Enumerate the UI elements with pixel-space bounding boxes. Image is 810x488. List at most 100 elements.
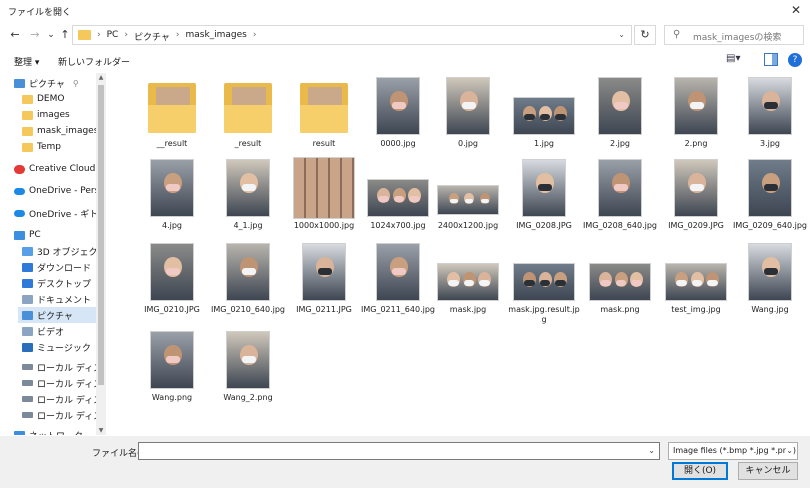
scroll-down-icon[interactable]: ▼	[96, 427, 106, 434]
image-file-item[interactable]: 4_1.jpg	[210, 157, 286, 237]
image-file-item[interactable]: IMG_0211.JPG	[286, 241, 362, 321]
sidebar-item[interactable]: ドキュメント	[18, 291, 106, 307]
filename-field[interactable]: ⌄	[138, 442, 660, 460]
folder-icon	[78, 30, 91, 40]
image-file-item[interactable]: 0.jpg	[430, 75, 506, 155]
sidebar-item-label: ピクチャ	[29, 79, 65, 90]
open-button[interactable]: 開く(O)	[672, 462, 728, 480]
image-file-item[interactable]: 2.jpg	[582, 75, 658, 155]
file-name-label: 3.jpg	[759, 139, 780, 148]
downloads-icon	[22, 262, 33, 272]
help-icon[interactable]: ?	[788, 53, 802, 67]
file-name-label: 1.jpg	[533, 139, 554, 148]
image-file-item[interactable]: IMG_0209_640.jpg	[732, 157, 808, 237]
sidebar-item[interactable]: ミュージック	[18, 339, 106, 355]
sidebar-item[interactable]: ピクチャ	[18, 307, 106, 323]
search-input[interactable]: ⚲ mask_imagesの検索	[664, 25, 804, 45]
image-file-item[interactable]: IMG_0208_640.jpg	[582, 157, 658, 237]
image-file-item[interactable]: IMG_0209.JPG	[658, 157, 734, 237]
sidebar-item[interactable]: DEMO	[18, 91, 106, 107]
folder-item[interactable]: __result	[134, 75, 210, 155]
image-thumbnail	[513, 263, 575, 301]
preview-pane-icon[interactable]	[764, 53, 778, 66]
file-type-value: Image files (*.bmp *.jpg *.png)	[673, 446, 797, 455]
file-name-label: IMG_0208_640.jpg	[582, 221, 657, 230]
close-icon[interactable]: ✕	[788, 2, 804, 18]
sidebar-item[interactable]: ローカル ディスク (F:)	[18, 407, 106, 423]
navigation-pane-scrollbar[interactable]: ▲ ▼	[96, 73, 106, 435]
file-name-label: 2400x1200.jpg	[437, 221, 499, 230]
image-file-item[interactable]: IMG_0208.JPG	[506, 157, 582, 237]
image-thumbnail	[226, 159, 270, 217]
file-list: __result _result result 0000.jpg 0.jpg 1.jpg 2…	[108, 73, 810, 435]
file-type-select[interactable]: Image files (*.bmp *.jpg *.png) ⌄	[668, 442, 798, 460]
new-folder-button[interactable]: 新しいフォルダー	[58, 55, 130, 68]
image-thumbnail	[598, 159, 642, 217]
image-file-item[interactable]: 2.png	[658, 75, 734, 155]
image-thumbnail	[748, 159, 792, 217]
sidebar-item[interactable]: ローカル ディスク (E:)	[18, 391, 106, 407]
sidebar-item[interactable]: ダウンロード	[18, 259, 106, 275]
image-thumbnail	[293, 157, 355, 219]
folder-item[interactable]: _result	[210, 75, 286, 155]
back-arrow-icon[interactable]: ←	[8, 28, 22, 42]
drive-icon	[22, 364, 33, 370]
sidebar-item[interactable]: ビデオ	[18, 323, 106, 339]
sidebar-item[interactable]: ネットワーク	[10, 427, 106, 435]
image-file-item[interactable]: 1000x1000.jpg	[286, 157, 362, 237]
image-file-item[interactable]: Wang.png	[134, 329, 210, 409]
folder-item[interactable]: result	[286, 75, 362, 155]
organize-button[interactable]: 整理 ▾	[14, 55, 39, 68]
pictures-folder-icon	[14, 78, 25, 88]
sidebar-item[interactable]: ピクチャ ⚲	[10, 75, 106, 91]
image-file-item[interactable]: 0000.jpg	[360, 75, 436, 155]
change-view-icon[interactable]: ▤▾	[726, 53, 742, 67]
image-file-item[interactable]: Wang_2.png	[210, 329, 286, 409]
image-file-item[interactable]: test_img.jpg	[658, 241, 734, 321]
breadcrumb-mask-images[interactable]: mask_images	[185, 30, 246, 43]
image-file-item[interactable]: mask.jpg	[430, 241, 506, 321]
image-thumbnail	[665, 263, 727, 301]
pictures-icon	[22, 310, 33, 320]
forward-arrow-icon[interactable]: →	[28, 28, 42, 42]
image-file-item[interactable]: mask.png	[582, 241, 658, 321]
image-file-item[interactable]: IMG_0210.JPG	[134, 241, 210, 321]
image-file-item[interactable]: 1.jpg	[506, 75, 582, 155]
sidebar-item[interactable]: OneDrive - ギトウシ	[10, 205, 106, 221]
sidebar-item[interactable]: ローカル ディスク (D:)	[18, 375, 106, 391]
sidebar-item[interactable]: Temp	[18, 139, 106, 155]
sidebar-item[interactable]: 3D オブジェクト	[18, 243, 106, 259]
image-file-item[interactable]: 2400x1200.jpg	[430, 157, 506, 237]
file-name-label: test_img.jpg	[671, 305, 721, 314]
breadcrumb-pictures[interactable]: ピクチャ	[134, 30, 170, 43]
sidebar-item[interactable]: Creative Cloud Files	[10, 161, 106, 177]
image-file-item[interactable]: IMG_0210_640.jpg	[210, 241, 286, 321]
image-thumbnail	[674, 77, 718, 135]
sidebar-item-label: ビデオ	[37, 327, 65, 338]
breadcrumb-pc[interactable]: PC	[107, 30, 119, 43]
sidebar-item[interactable]: PC	[10, 227, 106, 243]
cancel-button[interactable]: キャンセル	[738, 462, 798, 480]
refresh-icon[interactable]: ↻	[634, 25, 656, 45]
sidebar-item[interactable]: mask_images	[18, 123, 106, 139]
sidebar-item[interactable]: デスクトップ	[18, 275, 106, 291]
image-file-item[interactable]: mask.jpg.result.jpg	[506, 241, 582, 324]
scrollbar-thumb[interactable]	[98, 85, 104, 385]
image-file-item[interactable]: IMG_0211_640.jpg	[360, 241, 436, 321]
recent-locations-chevron-icon[interactable]: ⌄	[44, 28, 58, 42]
up-arrow-icon[interactable]: ↑	[58, 28, 72, 42]
image-file-item[interactable]: 1024x700.jpg	[360, 157, 436, 237]
chevron-down-icon[interactable]: ⌄	[786, 446, 793, 455]
sidebar-item[interactable]: OneDrive - Personal	[10, 183, 106, 199]
image-file-item[interactable]: 4.jpg	[134, 157, 210, 237]
image-file-item[interactable]: 3.jpg	[732, 75, 808, 155]
image-file-item[interactable]: Wang.jpg	[732, 241, 808, 321]
address-dropdown-icon[interactable]: ⌄	[618, 30, 625, 39]
sidebar-item[interactable]: ローカル ディスク (C:)	[18, 359, 106, 375]
sidebar-item[interactable]: images	[18, 107, 106, 123]
image-thumbnail	[674, 159, 718, 217]
scroll-up-icon[interactable]: ▲	[96, 74, 106, 81]
chevron-down-icon[interactable]: ⌄	[648, 446, 655, 455]
address-bar[interactable]: › PC › ピクチャ › mask_images › ⌄	[72, 25, 632, 45]
file-name-label: 4_1.jpg	[233, 221, 263, 230]
